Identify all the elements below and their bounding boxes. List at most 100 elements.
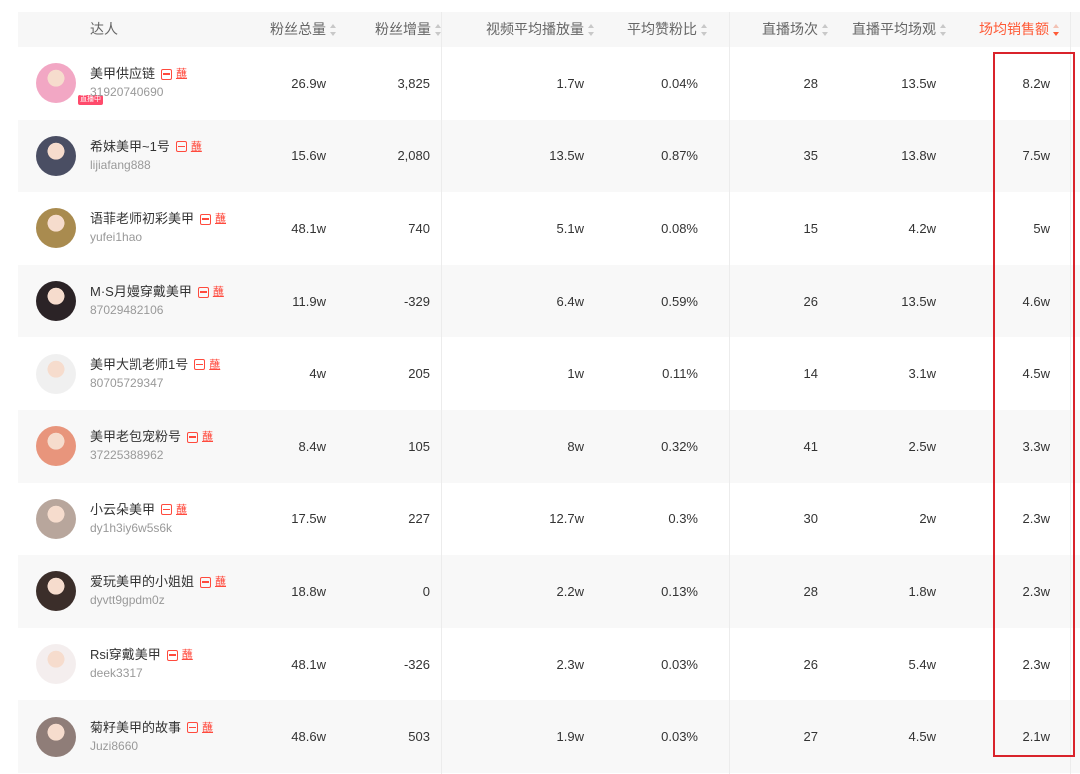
cell-live-avg-view: 2w: [919, 511, 936, 527]
cell-fans-total: 11.9w: [292, 293, 326, 309]
creator-info: 美甲大凯老师1号 蘸 80705729347: [90, 356, 220, 392]
table-row[interactable]: 语菲老师初彩美甲 蘸 yufei1hao 48.1w 740 5.1w 0.08% 15 4.2…: [18, 192, 1080, 265]
avatar[interactable]: [36, 571, 76, 612]
cell-live-count: 28: [803, 583, 818, 599]
creator-name[interactable]: M·S月嫚穿戴美甲: [90, 283, 192, 301]
table-row[interactable]: 希妹美甲~1号 蘸 lijiafang888 15.6w 2,080 13.5w 0.87%…: [18, 119, 1080, 193]
creator-id: lijiafang888: [90, 157, 151, 172]
cell-live-avg-view: 5.4w: [908, 656, 936, 672]
cell-fans-total: 18.8w: [291, 583, 326, 599]
cell-live-avg-view: 1.8w: [908, 583, 936, 599]
col-fans-total[interactable]: 粉丝总量: [270, 12, 336, 47]
cell-fans-growth: 227: [408, 511, 430, 527]
cell-live-avg-view: 4.2w: [908, 220, 936, 236]
shop-tag-icon: [161, 504, 173, 516]
sort-icon[interactable]: [701, 24, 707, 37]
creator-info: 爱玩美甲的小姐姐 蘸 dyvtt9gpdm0z: [90, 573, 226, 609]
creator-id: 37225388962: [90, 448, 164, 463]
creator-name[interactable]: 美甲老包宠粉号: [90, 428, 181, 446]
table-row[interactable]: 美甲大凯老师1号蘸 80705729347 4w 205 1w 0.11% 14 3.1w 4.…: [18, 337, 1080, 410]
table-row[interactable]: 小云朵美甲 蘸 dy1h3iy6w5s6k 17.5w 227 12.7w 0.3% 30 2w…: [18, 483, 1080, 556]
shop-tag-icon: [166, 649, 178, 661]
col-live-avg-view[interactable]: 直播平均场观: [852, 12, 946, 47]
col-avg-like-ratio[interactable]: 平均赞粉比: [627, 12, 707, 47]
cell-fans-total: 26.9w: [291, 75, 326, 91]
shop-tag-icon: [187, 722, 199, 734]
table-row[interactable]: 爱玩美甲的小姐姐 蘸 dyvtt9gpdm0z 18.8w 0 2.2w 0.13% 28 1.…: [18, 555, 1080, 628]
cell-avg-like-ratio: 0.04%: [661, 75, 698, 91]
cell-avg-like-ratio: 0.11%: [662, 366, 698, 382]
creator-name[interactable]: 希妹美甲~1号: [90, 138, 170, 156]
tag-label: 蘸: [181, 649, 193, 662]
sales-column-highlight-box: [993, 52, 1075, 757]
creator-name[interactable]: 菊籽美甲的故事: [90, 719, 181, 737]
creator-name[interactable]: Rsi穿戴美甲: [90, 646, 161, 664]
sort-icon[interactable]: [940, 24, 946, 37]
cell-live-count: 26: [803, 293, 818, 309]
cell-fans-total: 48.1w: [291, 656, 326, 672]
col-fans-growth[interactable]: 粉丝增量: [375, 12, 441, 47]
cell-fans-total: 48.6w: [291, 729, 326, 745]
cell-video-avg-play: 1w: [567, 366, 584, 382]
creator-id: yufei1hao: [90, 230, 143, 245]
sort-icon[interactable]: [588, 24, 594, 37]
cell-fans-growth: 3,825: [397, 75, 430, 91]
creator-id: Juzi8660: [90, 738, 139, 753]
creator-id: dy1h3iy6w5s6k: [90, 520, 173, 535]
table-row[interactable]: Rsi穿戴美甲 蘸 deek3317 48.1w -326 2.3w 0.03% 26 5.4w…: [18, 628, 1080, 701]
avatar[interactable]: [36, 426, 76, 467]
creator-name[interactable]: 美甲大凯老师1号: [90, 356, 188, 374]
cell-live-count: 15: [803, 220, 818, 236]
creator-info: 希妹美甲~1号 蘸 lijiafang888: [90, 138, 202, 174]
cell-video-avg-play: 13.5w: [549, 148, 584, 164]
col-avg-sales[interactable]: 场均销售额: [979, 12, 1059, 47]
creator-info: 美甲老包宠粉号 蘸 37225388962: [90, 428, 213, 464]
col-live-count[interactable]: 直播场次: [762, 12, 828, 47]
creator-id: 80705729347: [90, 375, 164, 390]
cell-fans-growth: -329: [403, 293, 430, 309]
avatar[interactable]: [36, 63, 76, 104]
cell-live-count: 35: [803, 148, 818, 164]
creator-name[interactable]: 小云朵美甲: [90, 501, 155, 519]
table-row[interactable]: 直播中 美甲供应链蘸 31920740690 26.9w 3,825 1.7w 0.04% 2…: [18, 47, 1080, 120]
sort-icon[interactable]: [822, 24, 828, 37]
avatar[interactable]: [36, 208, 76, 249]
cell-live-avg-view: 2.5w: [908, 438, 936, 454]
table-row[interactable]: M·S月嫚穿戴美甲 蘸 87029482106 11.9w -329 6.4w 0.59% 2…: [18, 264, 1080, 338]
avatar[interactable]: [36, 281, 76, 322]
creator-info: 菊籽美甲的故事 蘸 Juzi8660: [90, 719, 213, 755]
avatar[interactable]: [36, 353, 76, 394]
avatar[interactable]: [36, 716, 76, 757]
cell-video-avg-play: 6.4w: [556, 293, 584, 309]
tag-label: 蘸: [215, 213, 227, 226]
creator-name[interactable]: 美甲供应链: [90, 65, 155, 83]
shop-tag-icon: [187, 431, 199, 443]
cell-avg-like-ratio: 0.03%: [661, 729, 698, 745]
sort-icon[interactable]: [330, 24, 336, 37]
cell-fans-total: 15.6w: [291, 148, 326, 164]
cell-live-avg-view: 3.1w: [908, 366, 936, 382]
column-divider: [729, 12, 730, 774]
table-row[interactable]: 菊籽美甲的故事蘸 Juzi8660 48.6w 503 1.9w 0.03% 27 4.5w 2…: [18, 700, 1080, 773]
avatar[interactable]: [36, 135, 76, 176]
creator-name[interactable]: 语菲老师初彩美甲: [90, 210, 194, 228]
cell-video-avg-play: 2.2w: [556, 583, 584, 599]
avatar[interactable]: [36, 498, 76, 539]
cell-fans-growth: 2,080: [397, 148, 430, 164]
avatar[interactable]: [36, 644, 76, 685]
table-row[interactable]: 美甲老包宠粉号 蘸 37225388962 8.4w 105 8w 0.32% 41 2.5w 3…: [18, 409, 1080, 483]
cell-avg-like-ratio: 0.3%: [668, 511, 698, 527]
creator-info: 语菲老师初彩美甲 蘸 yufei1hao: [90, 210, 226, 246]
cell-video-avg-play: 1.9w: [556, 729, 584, 745]
col-creator: 达人: [90, 21, 118, 37]
cell-fans-growth: 740: [408, 220, 430, 236]
col-video-avg-play[interactable]: 视频平均播放量: [486, 12, 594, 47]
sort-desc-icon[interactable]: [1053, 24, 1059, 37]
shop-tag-icon: [161, 68, 173, 80]
creator-name[interactable]: 爱玩美甲的小姐姐: [90, 573, 194, 591]
cell-video-avg-play: 2.3w: [556, 656, 584, 672]
shop-tag-icon: [200, 213, 212, 225]
tag-label: 蘸: [215, 576, 227, 589]
creator-ranking-table: 达人 粉丝总量 粉丝增量 视频平均播放量 平均赞粉比 直播场次 直播平均场观 场…: [18, 12, 1080, 773]
cell-avg-like-ratio: 0.03%: [661, 656, 698, 672]
